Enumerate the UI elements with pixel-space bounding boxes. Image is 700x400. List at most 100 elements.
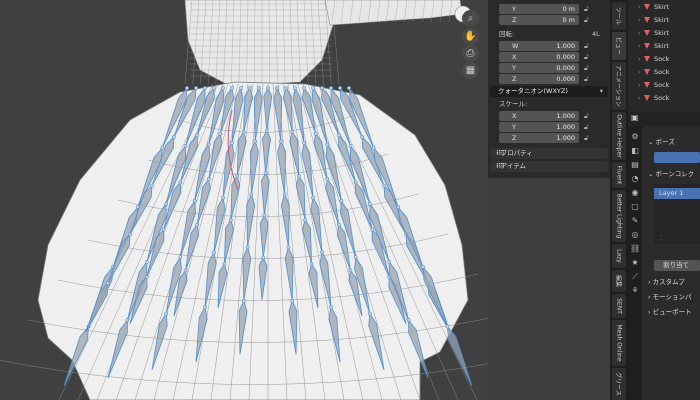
- lock-icon[interactable]: 🔓︎: [584, 111, 589, 121]
- motion-paths-section[interactable]: › モーションパ: [648, 292, 692, 303]
- viewport-canvas[interactable]: [0, 0, 488, 400]
- scale-y-row[interactable]: Y 1.000 🔓︎: [488, 122, 610, 133]
- scale-z-row[interactable]: Z 1.000 🔓︎: [488, 133, 610, 144]
- rotation-y-value[interactable]: 0.000: [556, 63, 575, 73]
- assign-button[interactable]: 割り当て: [654, 260, 700, 271]
- lock-icon[interactable]: 🔓︎: [584, 15, 589, 25]
- list-item[interactable]: › Sock: [628, 93, 700, 104]
- lock-icon[interactable]: 🔓︎: [584, 63, 589, 73]
- bone-joint: [275, 86, 279, 90]
- list-item[interactable]: › Skirt: [628, 28, 700, 39]
- grid-icon[interactable]: ▦: [462, 62, 479, 79]
- tab-fluent[interactable]: Fluent: [612, 162, 626, 188]
- tab-mesh-online[interactable]: Mesh Online: [612, 320, 626, 366]
- axis-label: X: [512, 112, 517, 120]
- list-item[interactable]: › Sock: [628, 54, 700, 65]
- chevron-right-icon[interactable]: ›: [638, 41, 640, 52]
- rotation-w-row[interactable]: W 1.000 🔓︎: [488, 41, 610, 52]
- scale-x-row[interactable]: X 1.000 🔓︎: [488, 111, 610, 122]
- tab-grease[interactable]: グリース: [612, 368, 626, 400]
- scale-x-value[interactable]: 1.000: [556, 111, 575, 121]
- lock-icon[interactable]: 🔓︎: [584, 74, 589, 84]
- lock-icon[interactable]: 🔓︎: [584, 133, 589, 143]
- tab-better-lighting[interactable]: Better Lighting: [612, 190, 626, 242]
- tab-outline-helper[interactable]: Outline Helper: [612, 112, 626, 160]
- location-z-row[interactable]: Z 0 m 🔓︎: [488, 15, 610, 26]
- rotation-mode-value: クォータニオン(WXYZ): [498, 87, 568, 95]
- chevron-right-icon[interactable]: ›: [638, 67, 640, 78]
- hand-pan-icon[interactable]: ✋: [462, 28, 479, 45]
- chevron-right-icon[interactable]: ›: [638, 2, 640, 13]
- physics-icon[interactable]: ◎: [630, 230, 640, 240]
- rotation-z-row[interactable]: Z 0.000 🔓︎: [488, 74, 610, 85]
- location-z-field[interactable]: Z 0 m: [499, 15, 579, 25]
- chevron-right-icon[interactable]: ›: [638, 15, 640, 26]
- bone-icon: [644, 4, 650, 10]
- world-icon[interactable]: ◉: [630, 188, 640, 198]
- tool-icon[interactable]: ⚙: [630, 132, 640, 142]
- tab-label: 編集: [614, 274, 622, 288]
- modifier-icon[interactable]: ✎: [630, 216, 640, 226]
- bone-constraint-icon[interactable]: ⚘: [630, 286, 640, 296]
- camera-icon[interactable]: ⎙: [462, 45, 479, 62]
- chevron-right-icon[interactable]: ›: [638, 80, 640, 91]
- bone-joint: [387, 260, 392, 264]
- tab-tool[interactable]: ツール: [612, 2, 626, 30]
- chevron-right-icon[interactable]: ›: [638, 93, 640, 104]
- rotation-x-row[interactable]: X 0.000 🔓︎: [488, 52, 610, 63]
- 3d-viewport[interactable]: ⌕ ✋ ⎙ ▦ ➤: [0, 0, 488, 400]
- rotation-y-row[interactable]: Y 0.000 🔓︎: [488, 63, 610, 74]
- chevron-right-icon[interactable]: ›: [638, 28, 640, 39]
- constraint-icon[interactable]: ⛓: [630, 244, 640, 254]
- editor-type-icon[interactable]: ▣: [631, 113, 639, 122]
- tab-lazy[interactable]: Lazy: [612, 244, 626, 268]
- pose-section-label[interactable]: ⌄ ポーズ: [648, 137, 675, 148]
- list-item-selected[interactable]: Layer 1: [654, 188, 700, 199]
- chevron-right-icon[interactable]: ›: [638, 54, 640, 65]
- rotation-w-value[interactable]: 1.000: [556, 41, 575, 51]
- list-item[interactable]: › Skirt: [628, 2, 700, 13]
- render-icon[interactable]: ◧: [630, 146, 640, 156]
- list-item[interactable]: › Sock: [628, 80, 700, 91]
- list-item[interactable]: › Sock: [628, 67, 700, 78]
- bone-collections-label[interactable]: ⌄ ボーンコレク: [648, 169, 694, 180]
- lock-icon[interactable]: 🔓︎: [584, 52, 589, 62]
- bone-joint: [302, 86, 306, 90]
- viewport-display-section[interactable]: › ビューポート: [648, 307, 692, 318]
- bone-properties-icon[interactable]: ⟋: [630, 272, 640, 282]
- resize-handle-icon[interactable]: ⁚: [660, 235, 662, 242]
- rotation-z-value[interactable]: 0.000: [556, 74, 575, 84]
- lock-icon[interactable]: 🔓︎: [584, 4, 589, 14]
- custom-props-section[interactable]: › カスタムプ: [648, 277, 685, 288]
- bone-joint: [396, 205, 401, 210]
- tab-sent[interactable]: SENT: [612, 294, 626, 318]
- scale-z-value[interactable]: 1.000: [556, 133, 575, 143]
- tab-animation[interactable]: アニメーション: [612, 62, 626, 110]
- bone-joint: [230, 86, 234, 90]
- rotation-mode-short[interactable]: 4L: [592, 29, 600, 40]
- object-icon[interactable]: ▢: [630, 202, 640, 212]
- list-item[interactable]: › Skirt: [628, 41, 700, 52]
- lock-icon[interactable]: 🔓︎: [584, 41, 589, 51]
- properties-section-header[interactable]: › プロパティ ⠿⠿: [490, 148, 608, 159]
- output-icon[interactable]: ▤: [630, 160, 640, 170]
- list-item[interactable]: › Skirt: [628, 15, 700, 26]
- item-section-header[interactable]: › アイテム ⠿⠿: [490, 161, 608, 172]
- rotation-mode-dropdown[interactable]: クォータニオン(WXYZ) ▾: [490, 86, 608, 97]
- rotation-x-value[interactable]: 0.000: [556, 52, 575, 62]
- location-y-field[interactable]: Y 0 m: [499, 4, 579, 14]
- location-y-row[interactable]: Y 0 m 🔓︎: [488, 4, 610, 15]
- tab-view[interactable]: ビュー: [612, 32, 626, 60]
- pose-position-toggle[interactable]: [654, 152, 700, 163]
- bone-collection-list[interactable]: Layer 1 ⁚: [654, 184, 700, 244]
- zoom-icon[interactable]: ⌕: [462, 10, 479, 27]
- tab-edit[interactable]: 編集: [612, 270, 626, 292]
- scene-icon[interactable]: ◔: [630, 174, 640, 184]
- lock-icon[interactable]: 🔓︎: [584, 122, 589, 132]
- drag-handle-icon[interactable]: ⠿⠿: [496, 148, 604, 159]
- drag-handle-icon[interactable]: ⠿⠿: [496, 161, 604, 172]
- scale-y-value[interactable]: 1.000: [556, 122, 575, 132]
- data-icon[interactable]: ★: [630, 258, 640, 268]
- chevron-down-icon: ▾: [599, 87, 603, 95]
- bone-joint: [338, 86, 342, 90]
